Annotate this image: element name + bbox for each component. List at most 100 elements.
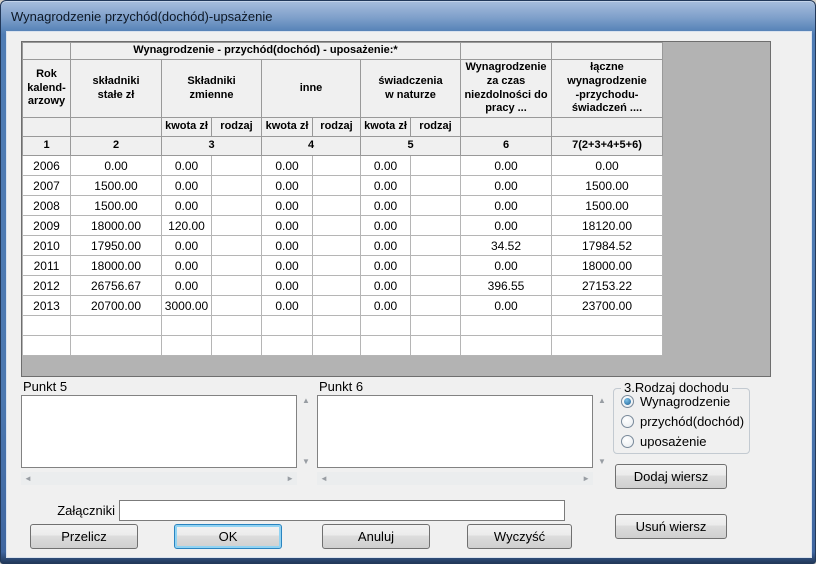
table-cell[interactable]: 18000.00 <box>71 216 162 236</box>
table-cell[interactable]: 0.00 <box>162 276 212 296</box>
clear-button[interactable]: Wyczyść <box>467 524 572 549</box>
scroll-right-icon[interactable]: ► <box>582 475 590 483</box>
punkt5-vertical-scrollbar[interactable]: ▲ ▼ <box>299 395 313 468</box>
delete-row-button[interactable]: Usuń wiersz <box>615 514 727 539</box>
scroll-down-icon[interactable]: ▼ <box>302 458 310 466</box>
table-cell[interactable]: 0.00 <box>162 256 212 276</box>
table-cell[interactable]: 0.00 <box>361 156 411 176</box>
scroll-up-icon[interactable]: ▲ <box>598 397 606 405</box>
table-cell[interactable]: 17984.52 <box>552 236 663 256</box>
table-cell[interactable]: 0.00 <box>162 156 212 176</box>
table-cell[interactable]: 0.00 <box>162 236 212 256</box>
table-cell[interactable]: 0.00 <box>262 196 313 216</box>
table-cell[interactable] <box>313 196 361 216</box>
recalculate-button[interactable]: Przelicz <box>30 524 138 549</box>
table-cell[interactable] <box>71 336 162 356</box>
table-cell[interactable]: 396.55 <box>461 276 552 296</box>
table-cell[interactable]: 0.00 <box>361 276 411 296</box>
table-cell[interactable] <box>313 156 361 176</box>
table-cell[interactable] <box>461 316 552 336</box>
table-cell[interactable]: 0.00 <box>552 156 663 176</box>
table-cell[interactable] <box>461 336 552 356</box>
punkt5-horizontal-scrollbar[interactable]: ◄ ► <box>21 472 297 485</box>
table-cell[interactable] <box>23 316 71 336</box>
table-cell[interactable]: 1500.00 <box>71 196 162 216</box>
radio-icon[interactable] <box>621 435 634 448</box>
table-cell[interactable] <box>212 236 262 256</box>
table-cell[interactable]: 1500.00 <box>552 196 663 216</box>
table-cell[interactable] <box>313 256 361 276</box>
punkt6-vertical-scrollbar[interactable]: ▲ ▼ <box>595 395 609 468</box>
table-cell[interactable]: 20700.00 <box>71 296 162 316</box>
table-cell[interactable]: 0.00 <box>461 296 552 316</box>
table-cell[interactable]: 2011 <box>23 256 71 276</box>
table-cell[interactable]: 0.00 <box>262 236 313 256</box>
table-cell[interactable] <box>23 336 71 356</box>
table-cell[interactable] <box>313 276 361 296</box>
cancel-button[interactable]: Anuluj <box>322 524 430 549</box>
table-cell[interactable] <box>361 316 411 336</box>
table-cell[interactable]: 0.00 <box>262 176 313 196</box>
scroll-right-icon[interactable]: ► <box>286 475 294 483</box>
table-cell[interactable] <box>411 216 461 236</box>
table-cell[interactable]: 2012 <box>23 276 71 296</box>
table-cell[interactable] <box>313 176 361 196</box>
table-cell[interactable]: 0.00 <box>361 256 411 276</box>
table-cell[interactable] <box>411 236 461 256</box>
table-cell[interactable]: 34.52 <box>461 236 552 256</box>
table-cell[interactable]: 3000.00 <box>162 296 212 316</box>
table-cell[interactable]: 2013 <box>23 296 71 316</box>
table-cell[interactable]: 0.00 <box>361 176 411 196</box>
table-cell[interactable]: 0.00 <box>361 196 411 216</box>
table-cell[interactable]: 0.00 <box>461 196 552 216</box>
table-cell[interactable]: 26756.67 <box>71 276 162 296</box>
punkt6-horizontal-scrollbar[interactable]: ◄ ► <box>317 472 593 485</box>
ok-button[interactable]: OK <box>174 524 282 549</box>
table-cell[interactable]: 17950.00 <box>71 236 162 256</box>
table-cell[interactable] <box>411 336 461 356</box>
table-cell[interactable] <box>313 296 361 316</box>
table-cell[interactable] <box>313 236 361 256</box>
table-cell[interactable]: 120.00 <box>162 216 212 236</box>
table-cell[interactable]: 27153.22 <box>552 276 663 296</box>
radio-icon[interactable] <box>621 415 634 428</box>
scroll-down-icon[interactable]: ▼ <box>598 458 606 466</box>
table-cell[interactable]: 18000.00 <box>552 256 663 276</box>
table-cell[interactable] <box>552 316 663 336</box>
table-cell[interactable] <box>313 316 361 336</box>
radio-option-wynagrodzenie[interactable]: Wynagrodzenie <box>621 394 749 409</box>
table-cell[interactable] <box>212 156 262 176</box>
table-cell[interactable]: 2006 <box>23 156 71 176</box>
table-cell[interactable]: 0.00 <box>262 256 313 276</box>
table-cell[interactable] <box>411 316 461 336</box>
table-cell[interactable] <box>212 316 262 336</box>
radio-option-przychod[interactable]: przychód(dochód) <box>621 414 749 429</box>
table-cell[interactable] <box>411 156 461 176</box>
table-cell[interactable] <box>411 196 461 216</box>
table-cell[interactable] <box>361 336 411 356</box>
table-cell[interactable]: 0.00 <box>361 296 411 316</box>
table-cell[interactable]: 0.00 <box>461 156 552 176</box>
table-cell[interactable] <box>313 336 361 356</box>
table-cell[interactable] <box>212 256 262 276</box>
scroll-left-icon[interactable]: ◄ <box>24 475 32 483</box>
table-cell[interactable]: 2009 <box>23 216 71 236</box>
table-cell[interactable] <box>262 316 313 336</box>
table-cell[interactable]: 0.00 <box>162 196 212 216</box>
table-cell[interactable]: 0.00 <box>71 156 162 176</box>
table-cell[interactable]: 1500.00 <box>552 176 663 196</box>
table-cell[interactable] <box>162 336 212 356</box>
table-cell[interactable]: 1500.00 <box>71 176 162 196</box>
table-cell[interactable]: 18120.00 <box>552 216 663 236</box>
table-cell[interactable]: 0.00 <box>461 216 552 236</box>
table-cell[interactable] <box>212 296 262 316</box>
table-cell[interactable] <box>313 216 361 236</box>
scroll-left-icon[interactable]: ◄ <box>320 475 328 483</box>
table-cell[interactable] <box>71 316 162 336</box>
table-cell[interactable] <box>411 256 461 276</box>
table-cell[interactable]: 0.00 <box>361 216 411 236</box>
punkt5-textarea[interactable] <box>21 395 297 468</box>
table-cell[interactable]: 2010 <box>23 236 71 256</box>
radio-icon[interactable] <box>621 395 634 408</box>
table-cell[interactable]: 0.00 <box>262 156 313 176</box>
